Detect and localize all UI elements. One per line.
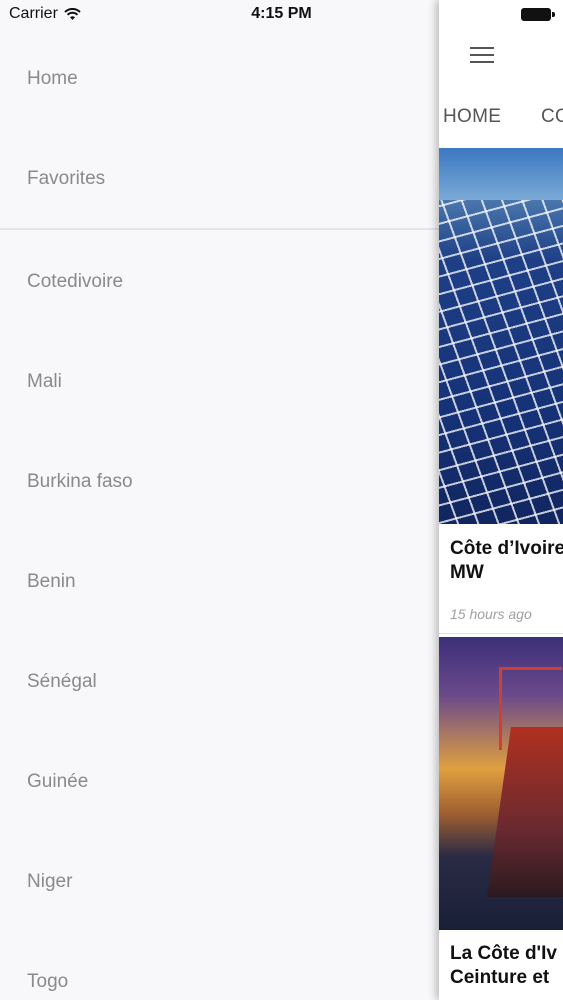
- hamburger-menu-icon[interactable]: [470, 47, 494, 65]
- card-divider: [439, 633, 563, 634]
- status-bar: Carrier 4:15 PM: [0, 0, 563, 30]
- drawer-item-home[interactable]: Home: [27, 68, 78, 90]
- article-headline-line1[interactable]: La Côte d'Iv: [450, 942, 557, 966]
- article-image-container-port[interactable]: [439, 637, 563, 930]
- article-timestamp: 15 hours ago: [450, 606, 532, 622]
- drawer-item-guinee[interactable]: Guinée: [27, 771, 88, 793]
- drawer-item-niger[interactable]: Niger: [27, 871, 72, 893]
- drawer-item-senegal[interactable]: Sénégal: [27, 671, 97, 693]
- drawer-item-cotedivoire[interactable]: Cotedivoire: [27, 271, 123, 293]
- ship-shape: [487, 727, 563, 897]
- article-headline-line2[interactable]: Ceinture et: [450, 966, 549, 990]
- tab-cotedivoire[interactable]: CO: [541, 106, 563, 128]
- main-content: HOME CO Côte d’Ivoire MW 15 hours ago La…: [439, 0, 563, 1000]
- drawer-item-togo[interactable]: Togo: [27, 971, 68, 993]
- sky-area: [439, 148, 563, 200]
- tab-home[interactable]: HOME: [443, 106, 501, 128]
- drawer-item-benin[interactable]: Benin: [27, 571, 76, 593]
- article-image-solar-panels[interactable]: [439, 148, 563, 524]
- battery-icon: [521, 8, 555, 21]
- drawer-item-mali[interactable]: Mali: [27, 371, 62, 393]
- article-headline-line2[interactable]: MW: [450, 561, 484, 585]
- article-headline-line1[interactable]: Côte d’Ivoire: [450, 537, 563, 561]
- side-drawer: Home Favorites Cotedivoire Mali Burkina …: [0, 0, 439, 1000]
- drawer-divider: [0, 228, 439, 230]
- clock: 4:15 PM: [251, 5, 312, 22]
- drawer-item-favorites[interactable]: Favorites: [27, 168, 105, 190]
- drawer-item-burkina-faso[interactable]: Burkina faso: [27, 471, 133, 493]
